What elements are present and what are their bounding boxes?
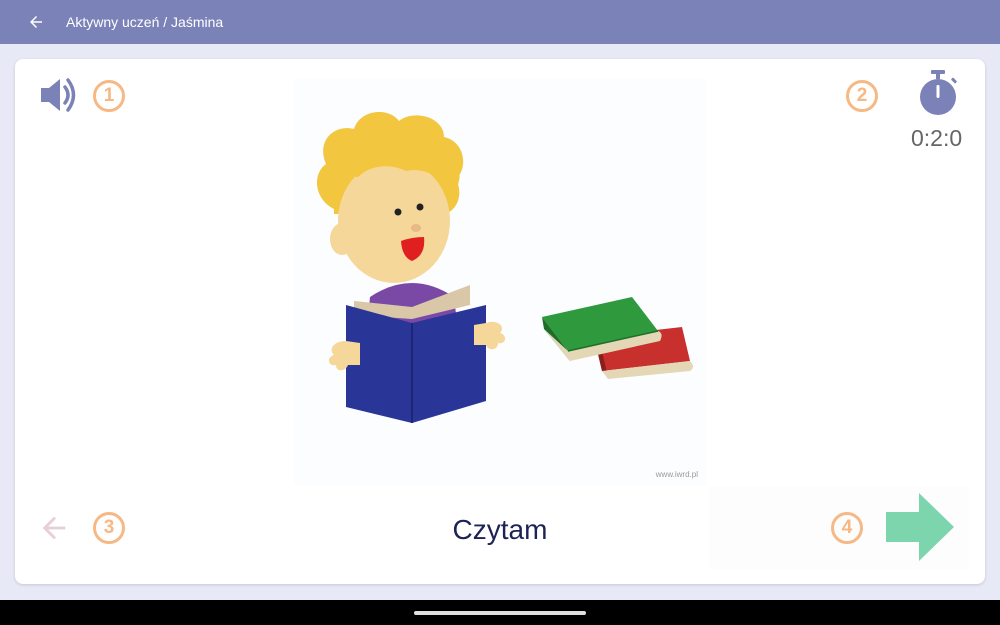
- play-sound-button[interactable]: [37, 73, 81, 122]
- arrow-left-icon: [30, 16, 42, 28]
- image-watermark: www.iwrd.pl: [655, 470, 698, 479]
- back-button[interactable]: [18, 0, 54, 44]
- timer-value: 0:2:0: [911, 125, 963, 151]
- previous-button[interactable]: [37, 511, 71, 550]
- app-bar: Aktywny uczeń / Jaśmina: [0, 0, 1000, 44]
- word-caption: Czytam: [452, 514, 548, 545]
- child-reading-illustration: [316, 111, 693, 423]
- speaker-icon: [41, 78, 76, 112]
- timer-button[interactable]: [917, 69, 959, 122]
- arrow-right-icon: [886, 493, 954, 561]
- exercise-card: 1 2 0:2:0 www.iwrd.pl 3 Czytam 4: [15, 59, 985, 584]
- hint-badge-4: 4: [831, 512, 863, 544]
- stopwatch-icon: [920, 70, 957, 115]
- hint-badge-2: 2: [846, 80, 878, 112]
- arrow-left-icon: [42, 516, 66, 540]
- hint-badge-1: 1: [93, 80, 125, 112]
- breadcrumb-title: Aktywny uczeń / Jaśmina: [66, 14, 224, 30]
- next-button[interactable]: [885, 492, 955, 567]
- home-indicator[interactable]: [414, 611, 586, 615]
- exercise-picture: www.iwrd.pl: [294, 79, 706, 485]
- hint-badge-3: 3: [93, 512, 125, 544]
